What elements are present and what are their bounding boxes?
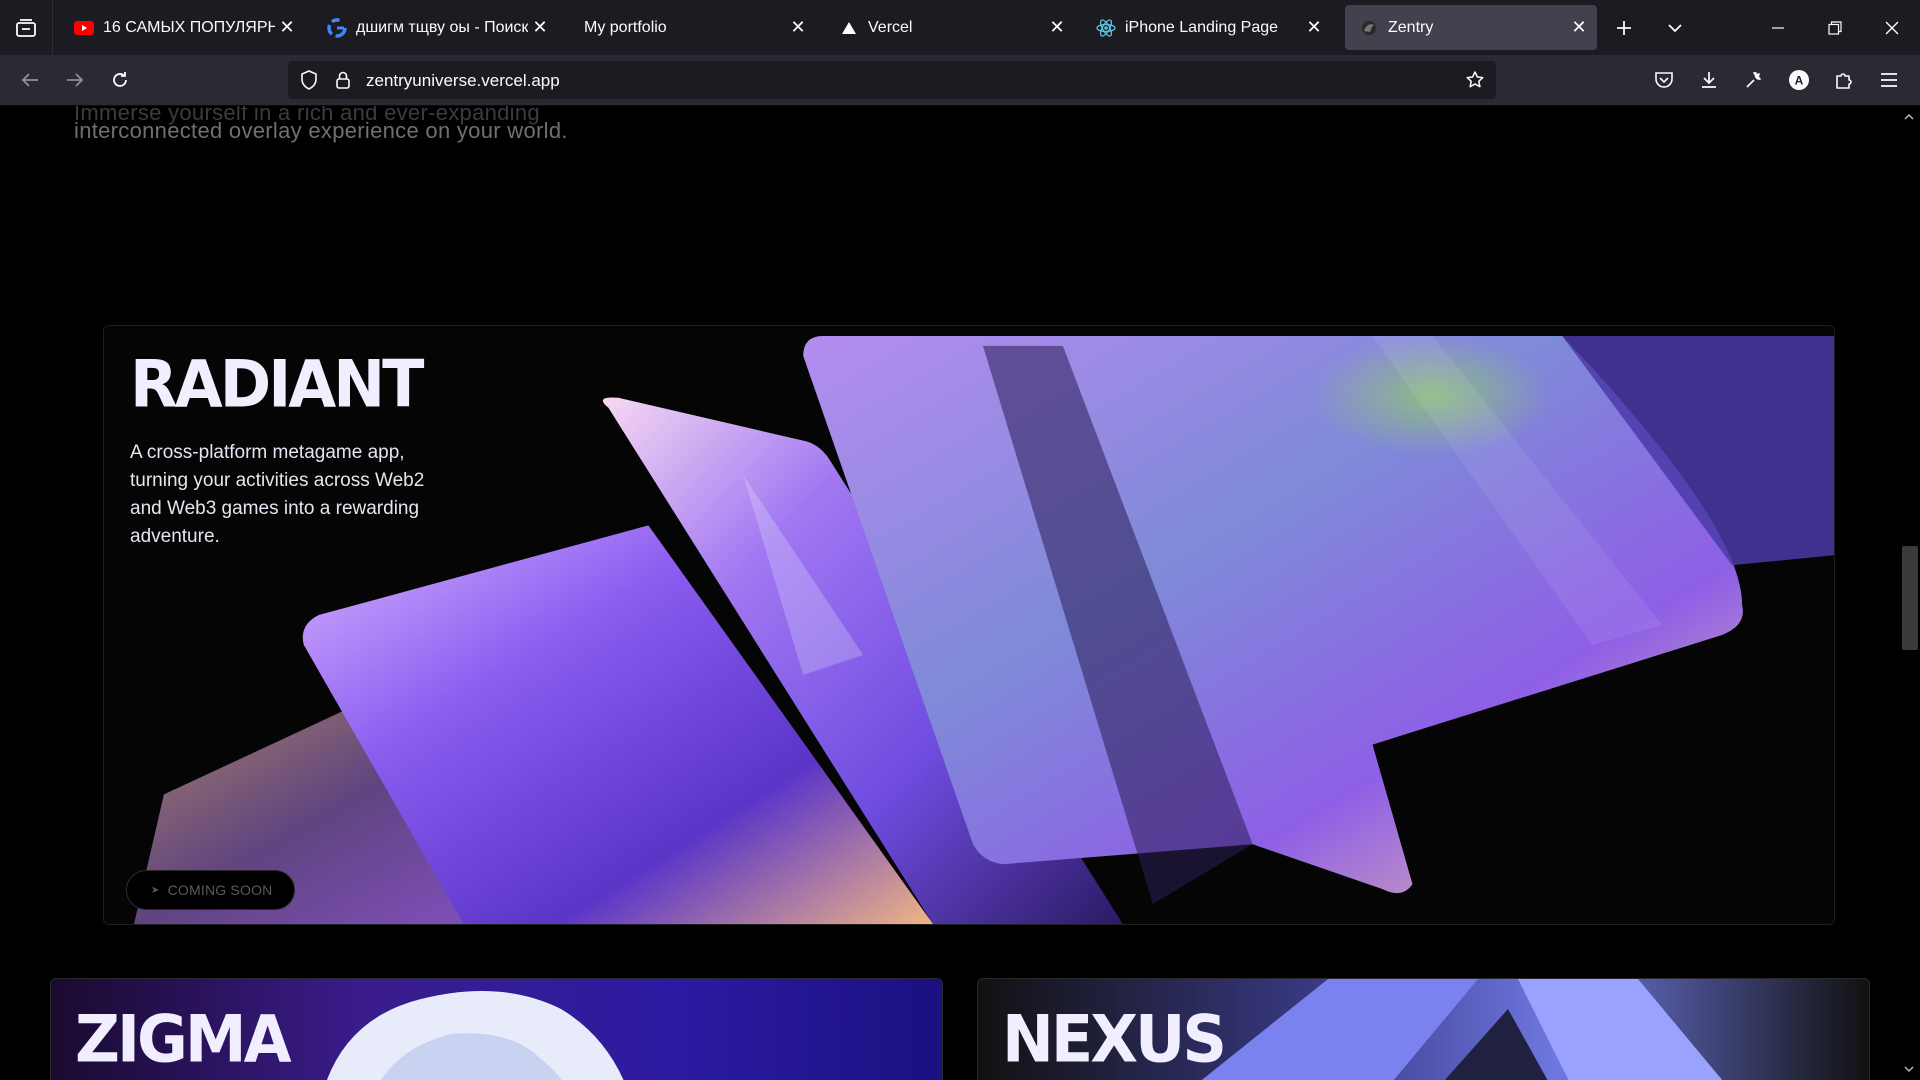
- tab-youtube[interactable]: 16 САМЫХ ПОПУЛЯРНЫХ ПРОЕКТОВ ✕: [60, 5, 305, 50]
- page-viewport: Immerse yourself in a rich and ever-expa…: [0, 106, 1898, 1080]
- tab-title: iPhone Landing Page: [1125, 18, 1279, 36]
- puzzle-icon: [1836, 73, 1852, 89]
- nexus-card[interactable]: NEXUS: [977, 978, 1870, 1080]
- downloads-button[interactable]: [1691, 62, 1727, 98]
- featured-card-title: RADIANT: [130, 345, 424, 423]
- list-all-tabs-button[interactable]: [1657, 10, 1693, 46]
- tab-bar: 16 САМЫХ ПОПУЛЯРНЫХ ПРОЕКТОВ ✕ дшигм тщв…: [0, 0, 1920, 55]
- tab-title: дшигм тщву оы - Поиск в Google: [356, 18, 528, 36]
- close-icon[interactable]: ✕: [1302, 16, 1326, 40]
- minimize-button[interactable]: [1750, 0, 1806, 55]
- close-icon: [1885, 21, 1899, 34]
- scroll-up-arrow-icon[interactable]: [1902, 110, 1916, 124]
- tab-title: My portfolio: [584, 18, 667, 36]
- pocket-button[interactable]: [1646, 62, 1682, 98]
- pocket-icon: [1655, 72, 1673, 88]
- coming-soon-badge[interactable]: ➤ COMING SOON: [126, 870, 296, 910]
- tab-overview-button[interactable]: [0, 0, 53, 55]
- account-button[interactable]: A: [1781, 62, 1817, 98]
- tab-my-portfolio[interactable]: My portfolio ✕: [566, 5, 816, 50]
- zigma-card[interactable]: ZIGMA: [50, 978, 943, 1080]
- lock-icon[interactable]: [330, 67, 356, 93]
- nexus-card-title: NEXUS: [1002, 1000, 1227, 1078]
- new-tab-button[interactable]: [1606, 10, 1642, 46]
- address-bar[interactable]: zentryuniverse.vercel.app: [288, 61, 1496, 99]
- plus-icon: [1617, 21, 1631, 35]
- featured-game-card[interactable]: RADIANT A cross-platform metagame app, t…: [103, 325, 1835, 925]
- restore-button[interactable]: [1807, 0, 1863, 55]
- account-avatar-icon: A: [1789, 70, 1809, 90]
- url-text[interactable]: zentryuniverse.vercel.app: [366, 71, 560, 91]
- arrow-right-icon: [67, 73, 84, 87]
- tracking-protection-shield-icon[interactable]: [296, 67, 322, 93]
- google-icon: [327, 17, 347, 38]
- chevron-down-icon: [1668, 24, 1682, 33]
- scroll-down-arrow-icon[interactable]: [1902, 1062, 1916, 1076]
- zigma-card-title: ZIGMA: [75, 1000, 292, 1078]
- close-icon[interactable]: ✕: [1045, 16, 1069, 40]
- developer-tools-button[interactable]: [1736, 62, 1772, 98]
- youtube-icon: [74, 18, 94, 38]
- close-window-button[interactable]: [1864, 0, 1920, 55]
- locate-arrow-icon: ➤: [151, 884, 160, 896]
- navigation-toolbar: zentryuniverse.vercel.app A: [0, 55, 1920, 106]
- close-icon[interactable]: ✕: [786, 16, 810, 40]
- nexus-logo-art: [1201, 979, 1723, 1080]
- tab-title: Zentry: [1388, 18, 1434, 36]
- intro-text: Immerse yourself in a rich and ever-expa…: [74, 106, 568, 144]
- download-icon: [1702, 72, 1716, 88]
- zentry-icon: [1359, 18, 1379, 38]
- tab-title: 16 САМЫХ ПОПУЛЯРНЫХ ПРОЕКТОВ: [103, 18, 275, 36]
- scrollbar-thumb[interactable]: [1902, 546, 1918, 650]
- arrow-left-icon: [21, 73, 38, 87]
- close-icon[interactable]: ✕: [1567, 16, 1591, 40]
- react-icon: [1096, 18, 1116, 38]
- tabs-tray-icon: [16, 18, 36, 37]
- coming-soon-label: COMING SOON: [167, 882, 273, 898]
- reload-icon: [113, 72, 127, 87]
- tab-title: Vercel: [868, 18, 913, 36]
- bookmark-star-icon[interactable]: [1462, 67, 1488, 93]
- restore-icon: [1828, 20, 1842, 35]
- app-menu-button[interactable]: [1871, 62, 1907, 98]
- close-icon[interactable]: ✕: [275, 16, 299, 40]
- close-icon[interactable]: ✕: [528, 16, 552, 40]
- tab-google-search[interactable]: дшигм тщву оы - Поиск в Google ✕: [313, 5, 558, 50]
- intro-text-faded: Immerse yourself in a rich and ever-expa…: [74, 106, 540, 125]
- forward-button[interactable]: [57, 62, 93, 98]
- page-scrollbar[interactable]: [1898, 106, 1920, 1080]
- tab-zentry[interactable]: Zentry ✕: [1345, 5, 1597, 50]
- vercel-icon: [839, 18, 859, 38]
- svg-text:A: A: [1795, 74, 1804, 88]
- minimize-icon: [1772, 26, 1784, 29]
- wrench-icon: [1746, 72, 1761, 88]
- zigma-character-art: [327, 991, 624, 1080]
- extensions-button[interactable]: [1826, 62, 1862, 98]
- tab-vercel[interactable]: Vercel ✕: [825, 5, 1075, 50]
- back-button[interactable]: [12, 62, 48, 98]
- reload-button[interactable]: [102, 62, 138, 98]
- featured-card-description: A cross-platform metagame app, turning y…: [130, 442, 425, 547]
- tab-iphone-landing[interactable]: iPhone Landing Page ✕: [1082, 5, 1332, 50]
- hamburger-menu-icon: [1881, 73, 1897, 87]
